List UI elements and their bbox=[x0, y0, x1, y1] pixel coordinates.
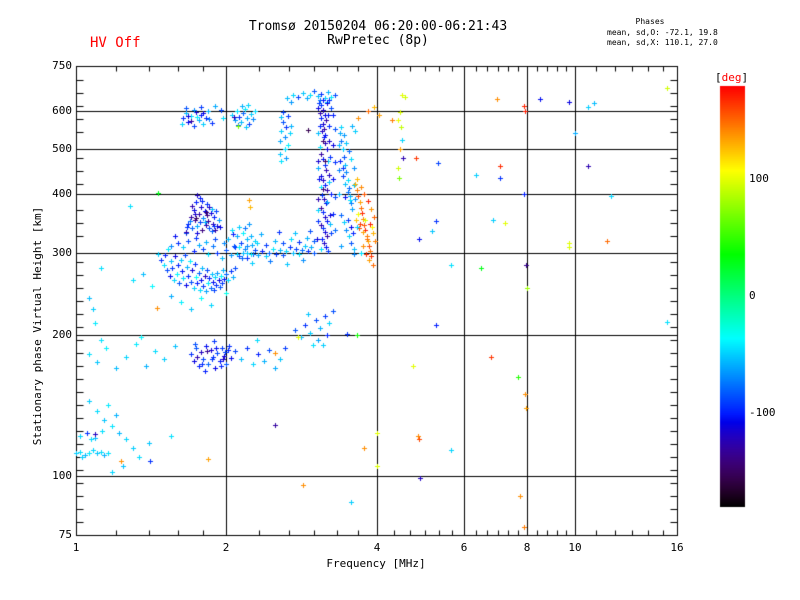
phases-heading: Phases bbox=[555, 18, 745, 27]
x-tick-label: 6 bbox=[444, 541, 484, 554]
y-tick-label: 400 bbox=[28, 187, 72, 200]
colorbar-tick-label: 0 bbox=[749, 289, 756, 302]
colorbar-unit-bracket-open: [ bbox=[715, 71, 722, 84]
phases-mean-o: mean, sd,O: -72.1, 19.8 bbox=[607, 29, 718, 38]
y-tick-label: 300 bbox=[28, 246, 72, 259]
y-tick-label: 75 bbox=[28, 528, 72, 541]
x-tick-label: 16 bbox=[657, 541, 697, 554]
colorbar-unit-text: deg bbox=[722, 71, 742, 84]
ionogram-page: HV Off Tromsø 20150204 06:20:00-06:21:43… bbox=[0, 0, 800, 600]
x-tick-label: 2 bbox=[206, 541, 246, 554]
phases-mean-x: mean, sd,X: 110.1, 27.0 bbox=[607, 39, 718, 48]
y-tick-label: 100 bbox=[28, 469, 72, 482]
colorbar-unit-bracket-close: ] bbox=[742, 71, 749, 84]
ionogram-plot-canvas bbox=[0, 0, 800, 600]
x-tick-label: 10 bbox=[555, 541, 595, 554]
x-axis-label: Frequency [MHz] bbox=[276, 558, 476, 570]
x-tick-label: 8 bbox=[507, 541, 547, 554]
x-tick-label: 4 bbox=[357, 541, 397, 554]
y-tick-label: 500 bbox=[28, 142, 72, 155]
x-tick-label: 1 bbox=[56, 541, 96, 554]
plot-subtitle: RwPretec (8p) bbox=[78, 34, 678, 48]
y-tick-label: 200 bbox=[28, 328, 72, 341]
colorbar-tick-label: 100 bbox=[749, 172, 769, 185]
y-axis-label: Stationary phase Virtual Height [km] bbox=[32, 96, 46, 556]
y-tick-label: 750 bbox=[28, 59, 72, 72]
colorbar-tick-label: -100 bbox=[749, 406, 776, 419]
colorbar-unit-label: [deg] bbox=[715, 72, 748, 84]
y-tick-label: 600 bbox=[28, 104, 72, 117]
